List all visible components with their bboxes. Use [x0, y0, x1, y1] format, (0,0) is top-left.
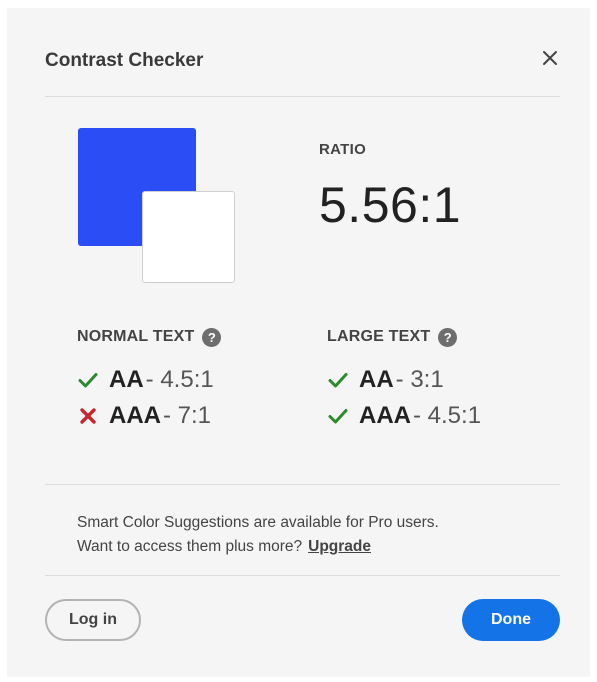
help-icon[interactable]: ?	[438, 327, 458, 347]
normal-text-heading: NORMAL TEXT ?	[77, 326, 222, 348]
close-icon	[543, 51, 557, 65]
normal-text-heading-label: NORMAL TEXT	[77, 328, 195, 345]
wcag-level: AA	[359, 366, 394, 393]
result-row: AA - 3:1	[327, 362, 481, 398]
color-swatches	[78, 128, 238, 288]
ratio-value: 5.56:1	[319, 177, 462, 233]
wcag-level: AA	[109, 366, 144, 393]
wcag-level: AAA	[359, 402, 411, 429]
result-row: AAA - 7:1	[77, 398, 221, 434]
large-text-heading-label: LARGE TEXT	[327, 328, 431, 345]
divider	[45, 575, 560, 576]
checkmark-icon	[328, 373, 348, 388]
wcag-requirement: - 7:1	[163, 402, 212, 429]
normal-text-results: NORMAL TEXT ? AA - 4.5:1 AAA - 7:1	[77, 326, 222, 434]
close-button[interactable]	[538, 46, 562, 70]
promo-line-2-text: Want to access them plus more?	[77, 538, 303, 555]
large-text-results: LARGE TEXT ? AA - 3:1 AAA - 4.5:1	[327, 326, 481, 434]
dialog-title: Contrast Checker	[45, 50, 204, 71]
help-icon[interactable]: ?	[202, 327, 222, 347]
contrast-checker-dialog: Contrast Checker RATIO 5.56:1 NORMAL TEX…	[7, 8, 590, 677]
wcag-level: AAA	[109, 402, 161, 429]
promo-line-2: Want to access them plus more? Upgrade	[77, 535, 439, 559]
dialog-header: Contrast Checker	[45, 46, 560, 97]
result-row: AAA - 4.5:1	[327, 398, 481, 434]
cross-icon	[80, 408, 96, 424]
wcag-requirement: - 4.5:1	[145, 366, 214, 393]
done-button[interactable]: Done	[462, 599, 560, 641]
login-button[interactable]: Log in	[45, 599, 141, 641]
wcag-requirement: - 3:1	[395, 366, 444, 393]
divider	[45, 484, 560, 485]
result-row: AA - 4.5:1	[77, 362, 221, 398]
upgrade-link[interactable]: Upgrade	[308, 538, 371, 555]
checkmark-icon	[78, 373, 98, 388]
ratio-label: RATIO	[319, 141, 367, 158]
checkmark-icon	[328, 409, 348, 424]
pro-promo: Smart Color Suggestions are available fo…	[77, 511, 439, 559]
background-color-swatch[interactable]	[142, 191, 235, 283]
promo-line-1: Smart Color Suggestions are available fo…	[77, 514, 439, 531]
wcag-requirement: - 4.5:1	[413, 402, 482, 429]
large-text-heading: LARGE TEXT ?	[327, 326, 481, 348]
